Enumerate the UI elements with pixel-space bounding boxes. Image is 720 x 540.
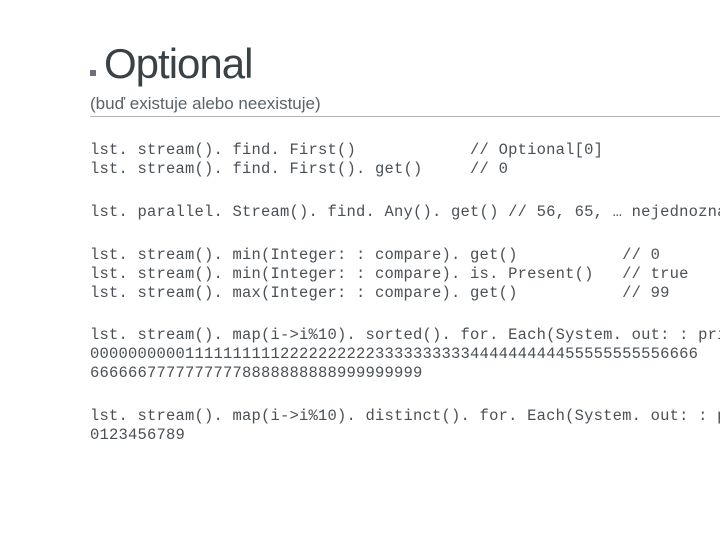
- title-bullet: [90, 70, 96, 76]
- title-rule: [90, 116, 720, 117]
- code-block-2: lst. parallel. Stream(). find. Any(). ge…: [90, 203, 720, 222]
- code-block-3: lst. stream(). min(Integer: : compare). …: [90, 246, 720, 303]
- slide-title: Optional: [104, 40, 252, 88]
- slide-subtitle: (buď existuje alebo neexistuje): [90, 94, 720, 114]
- code-block-5: lst. stream(). map(i->i%10). distinct().…: [90, 407, 720, 445]
- code-block-4: lst. stream(). map(i->i%10). sorted(). f…: [90, 326, 720, 383]
- code-block-1: lst. stream(). find. First() // Optional…: [90, 141, 720, 179]
